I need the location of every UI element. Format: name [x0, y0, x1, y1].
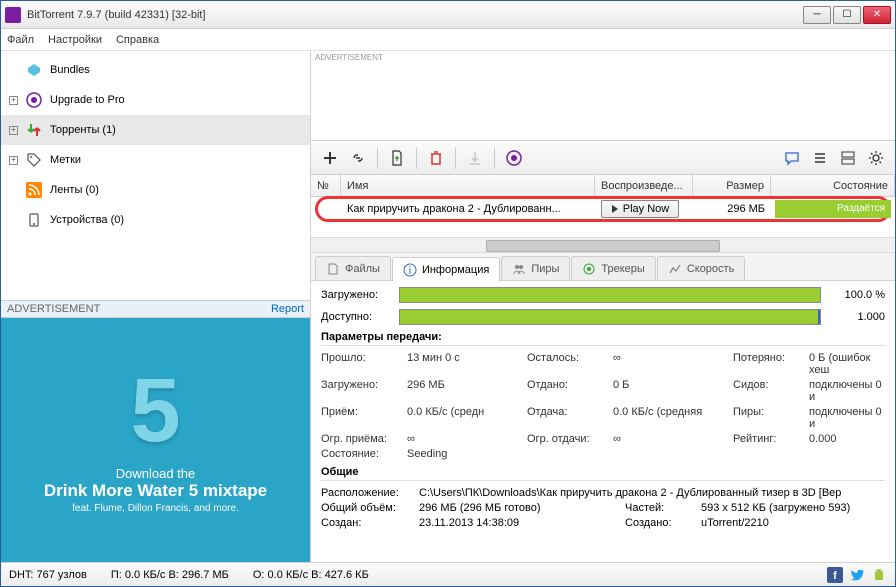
- download-status: П: 0.0 КБ/с В: 296.7 МБ: [111, 569, 229, 581]
- speed-icon: [668, 262, 682, 276]
- transfer-grid: Прошло:13 мин 0 с Осталось:∞ Потеряно:0 …: [321, 352, 885, 460]
- tree-expand-icon[interactable]: +: [9, 156, 18, 165]
- sidebar-ad-header: ADVERTISEMENT Report: [1, 300, 310, 318]
- available-label: Доступно:: [321, 311, 391, 323]
- play-icon: [611, 205, 619, 213]
- sidebar-ad[interactable]: 5 Download the Drink More Water 5 mixtap…: [1, 318, 310, 562]
- sidebar-item-bundles[interactable]: Bundles: [1, 55, 310, 85]
- sidebar-label: Upgrade to Pro: [50, 94, 125, 106]
- ad-report-link[interactable]: Report: [271, 303, 304, 315]
- add-torrent-button[interactable]: [317, 145, 343, 171]
- sidebar-label: Устройства (0): [50, 214, 124, 226]
- pro-icon: [26, 92, 42, 108]
- play-now-button[interactable]: Play Now: [601, 200, 679, 218]
- sidebar-label: Торренты (1): [50, 124, 116, 136]
- app-icon: [5, 7, 21, 23]
- devices-icon: [26, 212, 42, 228]
- torrent-grid-body: Как приручить дракона 2 - Дублированн...…: [311, 197, 895, 253]
- menu-help[interactable]: Справка: [116, 34, 159, 46]
- sidebar-item-torrents[interactable]: + Торренты (1): [1, 115, 310, 145]
- tree-expand-icon[interactable]: +: [9, 96, 18, 105]
- toolbar: [311, 141, 895, 175]
- tab-files[interactable]: Файлы: [315, 256, 391, 280]
- svg-text:f: f: [833, 570, 837, 582]
- statusbar: DHT: 767 узлов П: 0.0 КБ/с В: 296.7 МБ О…: [1, 562, 895, 586]
- general-section-title: Общие: [321, 466, 885, 481]
- available-bar: [399, 309, 821, 325]
- transfer-section-title: Параметры передачи:: [321, 331, 885, 346]
- sidebar-item-devices[interactable]: Устройства (0): [1, 205, 310, 235]
- sidebar-item-labels[interactable]: + Метки: [1, 145, 310, 175]
- col-name[interactable]: Имя: [341, 175, 595, 196]
- sidebar-item-feeds[interactable]: Ленты (0): [1, 175, 310, 205]
- col-status[interactable]: Состояние: [771, 175, 895, 196]
- titlebar: BitTorrent 7.9.7 (build 42331) [32-bit] …: [1, 1, 895, 29]
- list-view-button[interactable]: [807, 145, 833, 171]
- rss-icon: [26, 182, 42, 198]
- col-num[interactable]: №: [311, 175, 341, 196]
- start-button[interactable]: [462, 145, 488, 171]
- h-scrollbar[interactable]: [311, 237, 895, 253]
- bundles-icon: [26, 62, 42, 78]
- upload-status: О: 0.0 КБ/с В: 427.6 КБ: [253, 569, 369, 581]
- sidebar-item-upgrade[interactable]: + Upgrade to Pro: [1, 85, 310, 115]
- main-panel: ADVERTISEMENT № Имя: [311, 51, 895, 562]
- android-icon[interactable]: [871, 567, 887, 583]
- menubar: Файл Настройки Справка: [1, 29, 895, 51]
- svg-text:i: i: [409, 265, 411, 277]
- torrent-grid-header: № Имя Воспроизведе... Размер Состояние: [311, 175, 895, 197]
- twitter-icon[interactable]: [849, 567, 865, 583]
- settings-button[interactable]: [863, 145, 889, 171]
- sidebar-label: Ленты (0): [50, 184, 99, 196]
- trackers-icon: [582, 262, 596, 276]
- status-badge: Раздаётся: [775, 200, 891, 218]
- torrent-name: Как приручить дракона 2 - Дублированн...: [341, 203, 595, 215]
- minimize-button[interactable]: ─: [803, 6, 831, 24]
- maximize-button[interactable]: ☐: [833, 6, 861, 24]
- col-play[interactable]: Воспроизведе...: [595, 175, 693, 196]
- labels-icon: [26, 152, 42, 168]
- col-size[interactable]: Размер: [693, 175, 771, 196]
- create-torrent-button[interactable]: [384, 145, 410, 171]
- window-title: BitTorrent 7.9.7 (build 42331) [32-bit]: [27, 9, 803, 21]
- remote-button[interactable]: [501, 145, 527, 171]
- peers-icon: [512, 262, 526, 276]
- remove-button[interactable]: [423, 145, 449, 171]
- downloaded-bar: [399, 287, 821, 303]
- tab-speed[interactable]: Скорость: [657, 256, 746, 280]
- detail-view-button[interactable]: [835, 145, 861, 171]
- sidebar-label: Метки: [50, 154, 81, 166]
- torrent-size: 296 МБ: [693, 203, 771, 215]
- detail-panel: Загружено: 100.0 % Доступно: 1.000 Парам…: [311, 281, 895, 562]
- chat-button[interactable]: [779, 145, 805, 171]
- dht-status: DHT: 767 узлов: [9, 569, 87, 581]
- downloaded-pct: 100.0 %: [829, 289, 885, 301]
- tree-expand-icon[interactable]: +: [9, 126, 18, 135]
- info-icon: i: [403, 263, 417, 277]
- detail-tabs: Файлы i Информация Пиры Трекеры Скорость: [311, 253, 895, 281]
- close-button[interactable]: ✕: [863, 6, 891, 24]
- sidebar: Bundles + Upgrade to Pro + Торренты (1) …: [1, 51, 311, 562]
- tab-info[interactable]: i Информация: [392, 257, 500, 281]
- torrents-icon: [26, 122, 42, 138]
- facebook-icon[interactable]: f: [827, 567, 843, 583]
- top-ad-panel: ADVERTISEMENT: [311, 51, 895, 141]
- menu-file[interactable]: Файл: [7, 34, 34, 46]
- tab-peers[interactable]: Пиры: [501, 256, 570, 280]
- tab-trackers[interactable]: Трекеры: [571, 256, 655, 280]
- sidebar-label: Bundles: [50, 64, 90, 76]
- menu-settings[interactable]: Настройки: [48, 34, 102, 46]
- files-icon: [326, 262, 340, 276]
- available-val: 1.000: [829, 311, 885, 323]
- table-row[interactable]: Как приручить дракона 2 - Дублированн...…: [311, 197, 895, 221]
- add-url-button[interactable]: [345, 145, 371, 171]
- downloaded-label: Загружено:: [321, 289, 391, 301]
